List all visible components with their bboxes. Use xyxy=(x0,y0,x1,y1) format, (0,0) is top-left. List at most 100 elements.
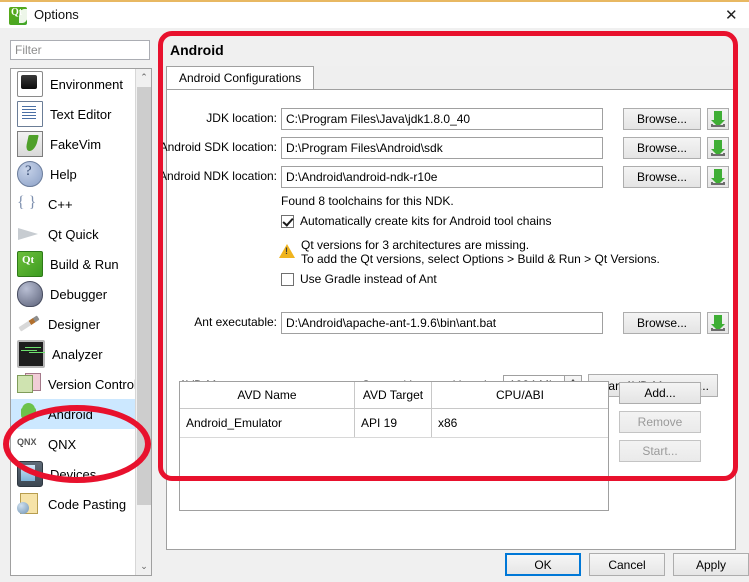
android-sdk-location-input[interactable] xyxy=(281,137,603,159)
sidebar-item-version-control[interactable]: Version Control xyxy=(11,369,151,399)
cancel-button[interactable]: Cancel xyxy=(589,553,665,576)
android-sdk-browse-button[interactable]: Browse... xyxy=(623,137,701,159)
avd-col-name: AVD Name xyxy=(180,382,355,408)
tab-bar: Android Configurations xyxy=(166,66,736,90)
apply-button[interactable]: Apply xyxy=(673,553,749,576)
sidebar-item-fakevim[interactable]: FakeVim xyxy=(11,129,151,159)
sidebar-item-label: QNX xyxy=(48,436,77,452)
page-title: Android xyxy=(170,42,224,58)
filter-input[interactable] xyxy=(10,40,150,60)
avd-table[interactable]: AVD Name AVD Target CPU/ABI Android_Emul… xyxy=(179,381,609,511)
sidebar-item-label: Text Editor xyxy=(50,106,112,122)
sidebar-item-label: Version Control xyxy=(48,376,137,392)
sidebar-item-qt-quick[interactable]: Qt Quick xyxy=(11,219,151,249)
sidebar-item-label: Environment xyxy=(50,76,123,92)
category-list[interactable]: Environment Text Editor FakeVim Help C++ Qt Q… xyxy=(10,68,152,576)
text-editor-icon xyxy=(17,101,43,127)
dialog-body: Environment Text Editor FakeVim Help C++ Qt Q… xyxy=(0,28,749,582)
help-icon xyxy=(17,161,43,187)
jdk-location-row: JDK location: Browse... xyxy=(167,108,737,130)
ok-button[interactable]: OK xyxy=(505,553,581,576)
sidebar-item-analyzer[interactable]: Analyzer xyxy=(11,339,151,369)
designer-icon xyxy=(17,312,41,336)
sidebar-item-code-pasting[interactable]: Code Pasting xyxy=(11,489,151,519)
android-sdk-download-icon[interactable] xyxy=(707,137,729,159)
avd-remove-button: Remove xyxy=(619,411,701,433)
jdk-location-input[interactable] xyxy=(281,108,603,130)
android-ndk-browse-button[interactable]: Browse... xyxy=(623,166,701,188)
avd-col-abi: CPU/ABI xyxy=(495,388,544,402)
close-icon: ✕ xyxy=(725,7,738,24)
avd-add-button[interactable]: Add... xyxy=(619,382,701,404)
sidebar-item-debugger[interactable]: Debugger xyxy=(11,279,151,309)
sidebar-item-label: C++ xyxy=(48,196,73,212)
avd-table-header: AVD Name AVD Target CPU/ABI xyxy=(180,382,608,409)
android-icon xyxy=(17,402,41,426)
android-ndk-location-input[interactable] xyxy=(281,166,603,188)
avd-col-target: AVD Target xyxy=(355,382,432,408)
version-control-icon xyxy=(17,372,41,396)
window-title: Options xyxy=(34,7,79,22)
sidebar-item-devices[interactable]: Devices xyxy=(11,459,151,489)
sidebar-item-label: Help xyxy=(50,166,77,182)
devices-icon xyxy=(17,461,43,487)
close-button[interactable]: ✕ xyxy=(713,2,749,30)
avd-cell-target: API 19 xyxy=(355,409,432,437)
sidebar-item-label: Debugger xyxy=(50,286,108,302)
use-gradle-label: Use Gradle instead of Ant xyxy=(300,272,437,286)
use-gradle-checkbox[interactable]: Use Gradle instead of Ant xyxy=(281,272,437,286)
sidebar-item-label: Designer xyxy=(48,316,101,332)
ant-executable-row: Ant executable: Browse... xyxy=(167,312,737,334)
title-bar: Options ✕ xyxy=(0,0,749,28)
avd-cell-abi: x86 xyxy=(438,416,458,430)
tab-android-configurations[interactable]: Android Configurations xyxy=(166,66,315,90)
sidebar-item-label: Qt Quick xyxy=(48,226,99,242)
qnx-icon xyxy=(17,432,41,456)
qt-logo-icon xyxy=(9,7,28,25)
sidebar-item-designer[interactable]: Designer xyxy=(11,309,151,339)
qt-quick-icon xyxy=(17,222,41,246)
warning-line-2: To add the Qt versions, select Options >… xyxy=(301,252,660,266)
ant-download-icon[interactable] xyxy=(707,312,729,334)
jdk-download-icon[interactable] xyxy=(707,108,729,130)
ant-browse-button[interactable]: Browse... xyxy=(623,312,701,334)
sidebar-item-text-editor[interactable]: Text Editor xyxy=(11,99,151,129)
jdk-browse-button[interactable]: Browse... xyxy=(623,108,701,130)
android-configurations-panel: JDK location: Browse... Android SDK loca… xyxy=(159,89,737,550)
android-ndk-location-row: Android NDK location: Browse... xyxy=(159,166,737,188)
sidebar-item-label: Build & Run xyxy=(50,256,119,272)
sidebar-item-label: Analyzer xyxy=(52,346,103,362)
ant-executable-label: Ant executable: xyxy=(194,315,277,329)
warning-line-1: Qt versions for 3 architectures are miss… xyxy=(301,238,530,252)
toolchains-note: Found 8 toolchains for this NDK. xyxy=(281,194,454,208)
sidebar-item-label: Code Pasting xyxy=(48,496,127,512)
scroll-up-icon[interactable]: ⌃ xyxy=(136,69,151,86)
environment-icon xyxy=(17,71,43,97)
scrollbar-thumb[interactable] xyxy=(137,87,151,505)
auto-create-kits-label: Automatically create kits for Android to… xyxy=(300,214,552,228)
scroll-down-icon[interactable]: ⌄ xyxy=(136,558,151,575)
cpp-icon xyxy=(17,192,41,216)
sidebar-item-label: Android xyxy=(48,406,93,422)
debugger-icon xyxy=(17,281,43,307)
checkbox-box xyxy=(281,214,294,228)
checkbox-box xyxy=(281,272,294,286)
sidebar-item-environment[interactable]: Environment xyxy=(11,69,151,99)
sidebar-item-qnx[interactable]: QNX xyxy=(11,429,151,459)
table-row[interactable]: Android_Emulator API 19 x86 xyxy=(180,409,608,438)
sidebar-item-help[interactable]: Help xyxy=(11,159,151,189)
ant-executable-input[interactable] xyxy=(281,312,603,334)
auto-create-kits-checkbox[interactable]: Automatically create kits for Android to… xyxy=(281,214,551,228)
sidebar-item-build-run[interactable]: Build & Run xyxy=(11,249,151,279)
jdk-location-label: JDK location: xyxy=(206,111,277,125)
android-sdk-location-row: Android SDK location: Browse... xyxy=(160,137,737,159)
code-pasting-icon xyxy=(17,492,41,516)
android-ndk-download-icon[interactable] xyxy=(707,166,729,188)
avd-cell-name: Android_Emulator xyxy=(180,409,355,437)
category-list-scrollbar[interactable]: ⌃ ⌄ xyxy=(135,69,151,575)
sidebar-item-c[interactable]: C++ xyxy=(11,189,151,219)
build-run-icon xyxy=(17,251,43,277)
android-sdk-location-label: Android SDK location: xyxy=(159,140,277,154)
sidebar-item-label: Devices xyxy=(50,466,97,482)
sidebar-item-android[interactable]: Android xyxy=(11,399,151,429)
